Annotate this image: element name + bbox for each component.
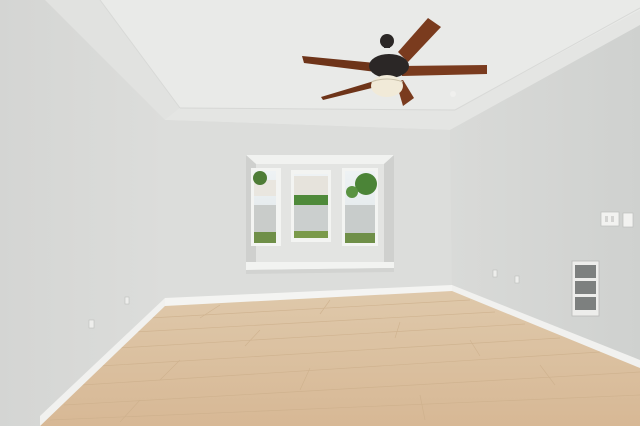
window-right: [342, 168, 378, 246]
air-vent: [571, 260, 600, 317]
bay-window: [246, 155, 394, 274]
power-outlet: [88, 319, 95, 329]
fan-light: [371, 75, 403, 97]
fan-motor: [369, 54, 409, 78]
power-outlet: [514, 275, 520, 284]
power-outlet: [492, 269, 498, 278]
window-left: [251, 168, 281, 246]
window-center: [291, 170, 331, 242]
room-photo: [0, 0, 640, 426]
power-outlet: [124, 296, 130, 305]
light-switch: [600, 211, 634, 228]
